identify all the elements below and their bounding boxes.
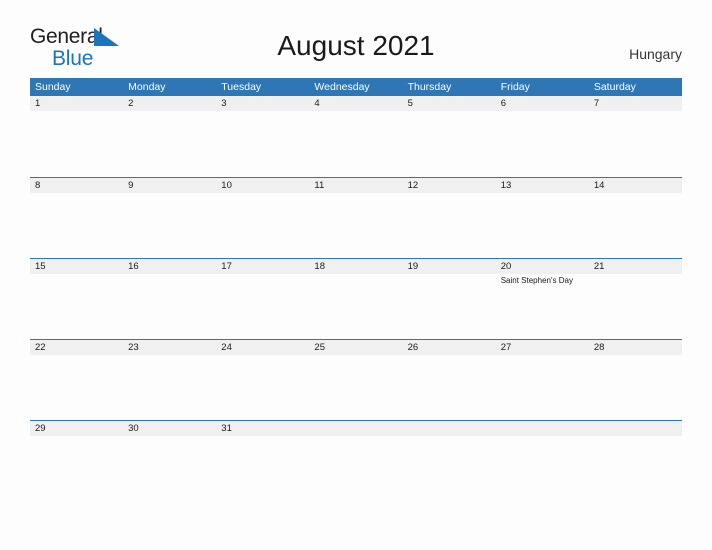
weekday-saturday: Saturday xyxy=(593,81,636,93)
day-number: 7 xyxy=(588,96,682,111)
calendar-day-cell[interactable]: 3 xyxy=(216,96,310,177)
day-number: 2 xyxy=(123,96,217,111)
calendar-day-cell[interactable]: 14 xyxy=(588,178,682,258)
calendar-day-cell[interactable]: 26 xyxy=(402,340,496,420)
calendar-day-cell[interactable]: 10 xyxy=(216,178,310,258)
day-number: 11 xyxy=(309,178,403,193)
day-number xyxy=(588,421,682,436)
calendar-day-cell[interactable] xyxy=(588,421,682,501)
calendar-week-row: 22 23 24 25 26 27 28 xyxy=(30,339,682,420)
calendar-day-cell[interactable]: 23 xyxy=(123,340,217,420)
calendar-week-row: 1234567 xyxy=(30,96,682,177)
day-number: 12 xyxy=(402,178,496,193)
week-cells: 1234567 xyxy=(30,96,682,177)
calendar-day-cell[interactable] xyxy=(495,421,589,501)
day-number: 28 xyxy=(588,340,682,355)
calendar-day-cell[interactable]: 17 xyxy=(216,259,310,339)
day-events: Saint Stephen's Day xyxy=(496,274,589,287)
calendar-day-cell[interactable]: 15 xyxy=(30,259,124,339)
weekday-monday: Monday xyxy=(128,81,166,93)
calendar-week-row: 15 16 17 18 19 20 Saint Stephen's Day 21 xyxy=(30,258,682,339)
day-number: 18 xyxy=(309,259,403,274)
calendar-day-cell[interactable]: 21 xyxy=(588,259,682,339)
day-number: 9 xyxy=(123,178,217,193)
calendar-day-cell[interactable] xyxy=(402,421,496,501)
day-number: 31 xyxy=(216,421,310,436)
week-cells: 29 30 31 xyxy=(30,421,682,501)
day-number: 20 xyxy=(495,259,589,274)
day-number: 10 xyxy=(216,178,310,193)
calendar-week-row: 8 9 10 11 12 13 14 xyxy=(30,177,682,258)
calendar-grid: Sunday Monday Tuesday Wednesday Thursday… xyxy=(30,78,682,501)
calendar-day-cell[interactable]: 9 xyxy=(123,178,217,258)
calendar-day-cell[interactable]: 29 xyxy=(30,421,124,501)
day-number: 5 xyxy=(402,96,496,111)
calendar-day-cell[interactable]: 25 xyxy=(309,340,403,420)
country-label: Hungary xyxy=(629,46,682,62)
calendar-day-cell[interactable]: 27 xyxy=(495,340,589,420)
day-number: 14 xyxy=(588,178,682,193)
calendar-day-cell[interactable]: 4 xyxy=(309,96,403,177)
calendar-day-cell[interactable] xyxy=(309,421,403,501)
calendar-day-cell[interactable]: 6 xyxy=(495,96,589,177)
day-number xyxy=(402,421,496,436)
day-number: 1 xyxy=(30,96,124,111)
calendar-day-cell[interactable]: 22 xyxy=(30,340,124,420)
day-number: 30 xyxy=(123,421,217,436)
calendar-day-cell[interactable]: 5 xyxy=(402,96,496,177)
day-number: 19 xyxy=(402,259,496,274)
page-title: August 2021 xyxy=(277,30,435,61)
day-number: 29 xyxy=(30,421,124,436)
calendar-day-cell[interactable]: 24 xyxy=(216,340,310,420)
weekday-friday: Friday xyxy=(500,81,530,93)
calendar-day-cell[interactable]: 16 xyxy=(123,259,217,339)
day-number: 16 xyxy=(123,259,217,274)
weekday-header-row: Sunday Monday Tuesday Wednesday Thursday… xyxy=(30,78,682,96)
calendar-week-row: 29 30 31 xyxy=(30,420,682,501)
week-cells: 15 16 17 18 19 20 Saint Stephen's Day 21 xyxy=(30,259,682,339)
day-number: 21 xyxy=(588,259,682,274)
day-number: 23 xyxy=(123,340,217,355)
day-number: 3 xyxy=(216,96,310,111)
holiday-event: Saint Stephen's Day xyxy=(500,276,573,285)
week-cells: 8 9 10 11 12 13 14 xyxy=(30,178,682,258)
day-number: 24 xyxy=(216,340,310,355)
calendar-day-cell[interactable]: 7 xyxy=(588,96,682,177)
day-number: 6 xyxy=(495,96,589,111)
weekday-sunday: Sunday xyxy=(35,81,71,93)
day-number: 26 xyxy=(402,340,496,355)
day-number: 17 xyxy=(216,259,310,274)
calendar-day-cell[interactable]: 18 xyxy=(309,259,403,339)
weekday-tuesday: Tuesday xyxy=(221,81,262,93)
calendar-page: General Blue August 2021 Hungary Sunday … xyxy=(0,0,712,550)
calendar-day-cell[interactable]: 31 xyxy=(216,421,310,501)
calendar-day-cell[interactable]: 19 xyxy=(402,259,496,339)
day-number: 4 xyxy=(309,96,403,111)
calendar-day-cell[interactable]: 1 xyxy=(30,96,124,177)
day-number: 8 xyxy=(30,178,124,193)
page-header: General Blue August 2021 Hungary xyxy=(0,0,712,69)
calendar-day-cell[interactable]: 30 xyxy=(123,421,217,501)
day-number: 27 xyxy=(495,340,589,355)
calendar-day-cell[interactable]: 8 xyxy=(30,178,124,258)
weekday-wednesday: Wednesday xyxy=(314,81,370,93)
day-number: 15 xyxy=(30,259,124,274)
calendar-day-cell[interactable]: 13 xyxy=(495,178,589,258)
weekday-thursday: Thursday xyxy=(407,81,452,93)
calendar-weeks: 1 2 3 4 5 6 7 8 9 10 11 12 13 14 15 16 17 18 19 20 Saint Ste… xyxy=(30,96,682,501)
day-number xyxy=(495,421,589,436)
day-number xyxy=(309,421,403,436)
calendar-day-cell[interactable]: 2 xyxy=(123,96,217,177)
week-cells: 22 23 24 25 26 27 28 xyxy=(30,340,682,420)
calendar-day-cell[interactable]: 12 xyxy=(402,178,496,258)
calendar-day-cell[interactable]: 28 xyxy=(588,340,682,420)
day-number: 22 xyxy=(30,340,124,355)
day-number: 25 xyxy=(309,340,403,355)
calendar-day-cell[interactable]: 20 Saint Stephen's Day xyxy=(495,259,589,339)
day-number: 13 xyxy=(495,178,589,193)
calendar-day-cell[interactable]: 11 xyxy=(309,178,403,258)
